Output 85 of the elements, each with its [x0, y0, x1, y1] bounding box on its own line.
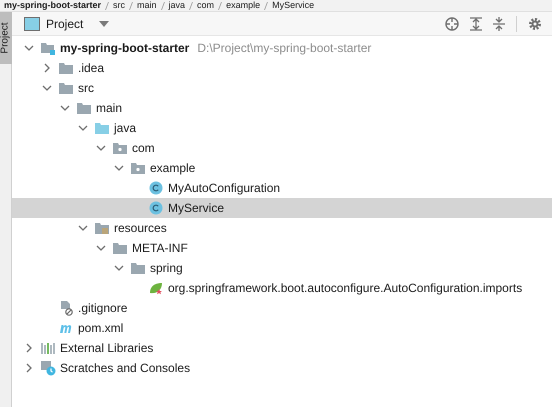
tree-row[interactable]: org.springframework.boot.autoconfigure.AutoConfiguration.imports	[12, 278, 552, 298]
folder-icon	[76, 100, 92, 116]
breadcrumb-separator-icon	[105, 2, 110, 10]
tree-item-label: java	[114, 120, 136, 137]
breadcrumb-separator-icon	[264, 2, 268, 10]
tree-row[interactable]: .idea	[12, 58, 552, 78]
chevron-down-icon[interactable]	[96, 143, 106, 153]
breadcrumb-separator-icon	[129, 2, 134, 10]
dropdown-caret-icon	[99, 20, 110, 26]
tree-item-label: MyAutoConfiguration	[168, 180, 280, 197]
expand-all-icon[interactable]	[470, 16, 482, 30]
project-side-tab[interactable]: Project	[0, 12, 12, 64]
breadcrumb-item[interactable]: com	[197, 1, 214, 10]
chevron-down-icon[interactable]	[24, 43, 34, 53]
tree-item-label: spring	[150, 260, 183, 277]
tree-row[interactable]: com	[12, 138, 552, 158]
package-folder-icon	[112, 140, 128, 156]
breadcrumb-item[interactable]: MyService	[272, 1, 314, 10]
folder-icon	[94, 120, 110, 136]
tree-row[interactable]: spring	[12, 258, 552, 278]
tree-row[interactable]: pom.xml	[12, 318, 552, 338]
tree-item-label: example	[150, 160, 196, 177]
tree-row[interactable]: Scratches and Consoles	[12, 358, 552, 378]
chevron-right-icon[interactable]	[42, 63, 52, 73]
tree-row[interactable]: java	[12, 118, 552, 138]
chevron-down-icon[interactable]	[114, 263, 124, 273]
collapse-all-icon[interactable]	[493, 16, 505, 30]
class-icon	[148, 200, 164, 216]
breadcrumb-item[interactable]: my-spring-boot-starter	[4, 1, 102, 10]
folder-icon	[112, 240, 128, 256]
tree-row[interactable]: External Libraries	[12, 338, 552, 358]
tree-row[interactable]: resources	[12, 218, 552, 238]
class-icon	[148, 180, 164, 196]
chevron-down-icon[interactable]	[42, 83, 52, 93]
tree-item-label: .gitignore	[78, 300, 128, 317]
tree-row[interactable]: .gitignore	[12, 298, 552, 318]
ignored-file-icon	[58, 300, 74, 316]
tree-row[interactable]: main	[12, 98, 552, 118]
locate-icon[interactable]	[445, 16, 459, 30]
folder-icon	[58, 60, 74, 76]
tree-item-label: .idea	[78, 60, 104, 77]
tree-item-label: Scratches and Consoles	[60, 360, 190, 377]
window-icon	[24, 16, 40, 30]
folder-icon	[130, 260, 146, 276]
breadcrumb-separator-icon	[189, 2, 194, 10]
tree-item-label: External Libraries	[60, 340, 154, 357]
tree-item-label: MyService	[168, 200, 224, 217]
tree-item-label: src	[78, 80, 94, 97]
tree-item-label: resources	[114, 220, 167, 237]
package-folder-icon	[130, 160, 146, 176]
chevron-down-icon[interactable]	[78, 123, 88, 133]
tree-row[interactable]: META-INF	[12, 238, 552, 258]
project-folder-icon	[40, 40, 56, 56]
tree-row[interactable]: example	[12, 158, 552, 178]
chevron-right-icon[interactable]	[24, 343, 34, 353]
breadcrumb-separator-icon	[218, 2, 222, 10]
tree-item-label: my-spring-boot-starter	[60, 40, 190, 57]
tree-row[interactable]: my-spring-boot-starter D:\Project\my-spring-boot-starter	[12, 38, 552, 58]
chevron-down-icon[interactable]	[114, 163, 124, 173]
scratches-icon	[40, 360, 56, 376]
folder-icon	[58, 80, 74, 96]
view-selector[interactable]: Project	[24, 14, 110, 32]
view-selector-label: Project	[46, 16, 84, 32]
leaf-file-icon	[148, 280, 164, 296]
libraries-icon	[40, 340, 56, 356]
tree-row[interactable]: MyService	[12, 198, 552, 218]
chevron-down-icon[interactable]	[78, 223, 88, 233]
breadcrumb-item[interactable]: main	[137, 1, 157, 10]
tree-item-label: org.springframework.boot.autoconfigure.AutoConfiguration.imports	[168, 280, 522, 297]
tree-item-label: META-INF	[132, 240, 188, 257]
breadcrumb-item[interactable]: example	[226, 1, 260, 10]
tree-row[interactable]: MyAutoConfiguration	[12, 178, 552, 198]
chevron-right-icon[interactable]	[24, 363, 34, 373]
breadcrumb-item[interactable]: src	[113, 1, 126, 10]
tree-item-label: com	[132, 140, 155, 157]
resources-folder-icon	[94, 220, 110, 236]
tree-item-label: pom.xml	[78, 320, 124, 337]
project-path: D:\Project\my-spring-boot-starter	[197, 40, 372, 57]
breadcrumb-item[interactable]: java	[168, 1, 186, 10]
chevron-down-icon[interactable]	[96, 243, 106, 253]
chevron-down-icon[interactable]	[60, 103, 70, 113]
breadcrumb-separator-icon	[160, 2, 165, 10]
settings-icon[interactable]	[528, 16, 542, 30]
tree-row[interactable]: src	[12, 78, 552, 98]
tree-item-label: main	[96, 100, 122, 117]
